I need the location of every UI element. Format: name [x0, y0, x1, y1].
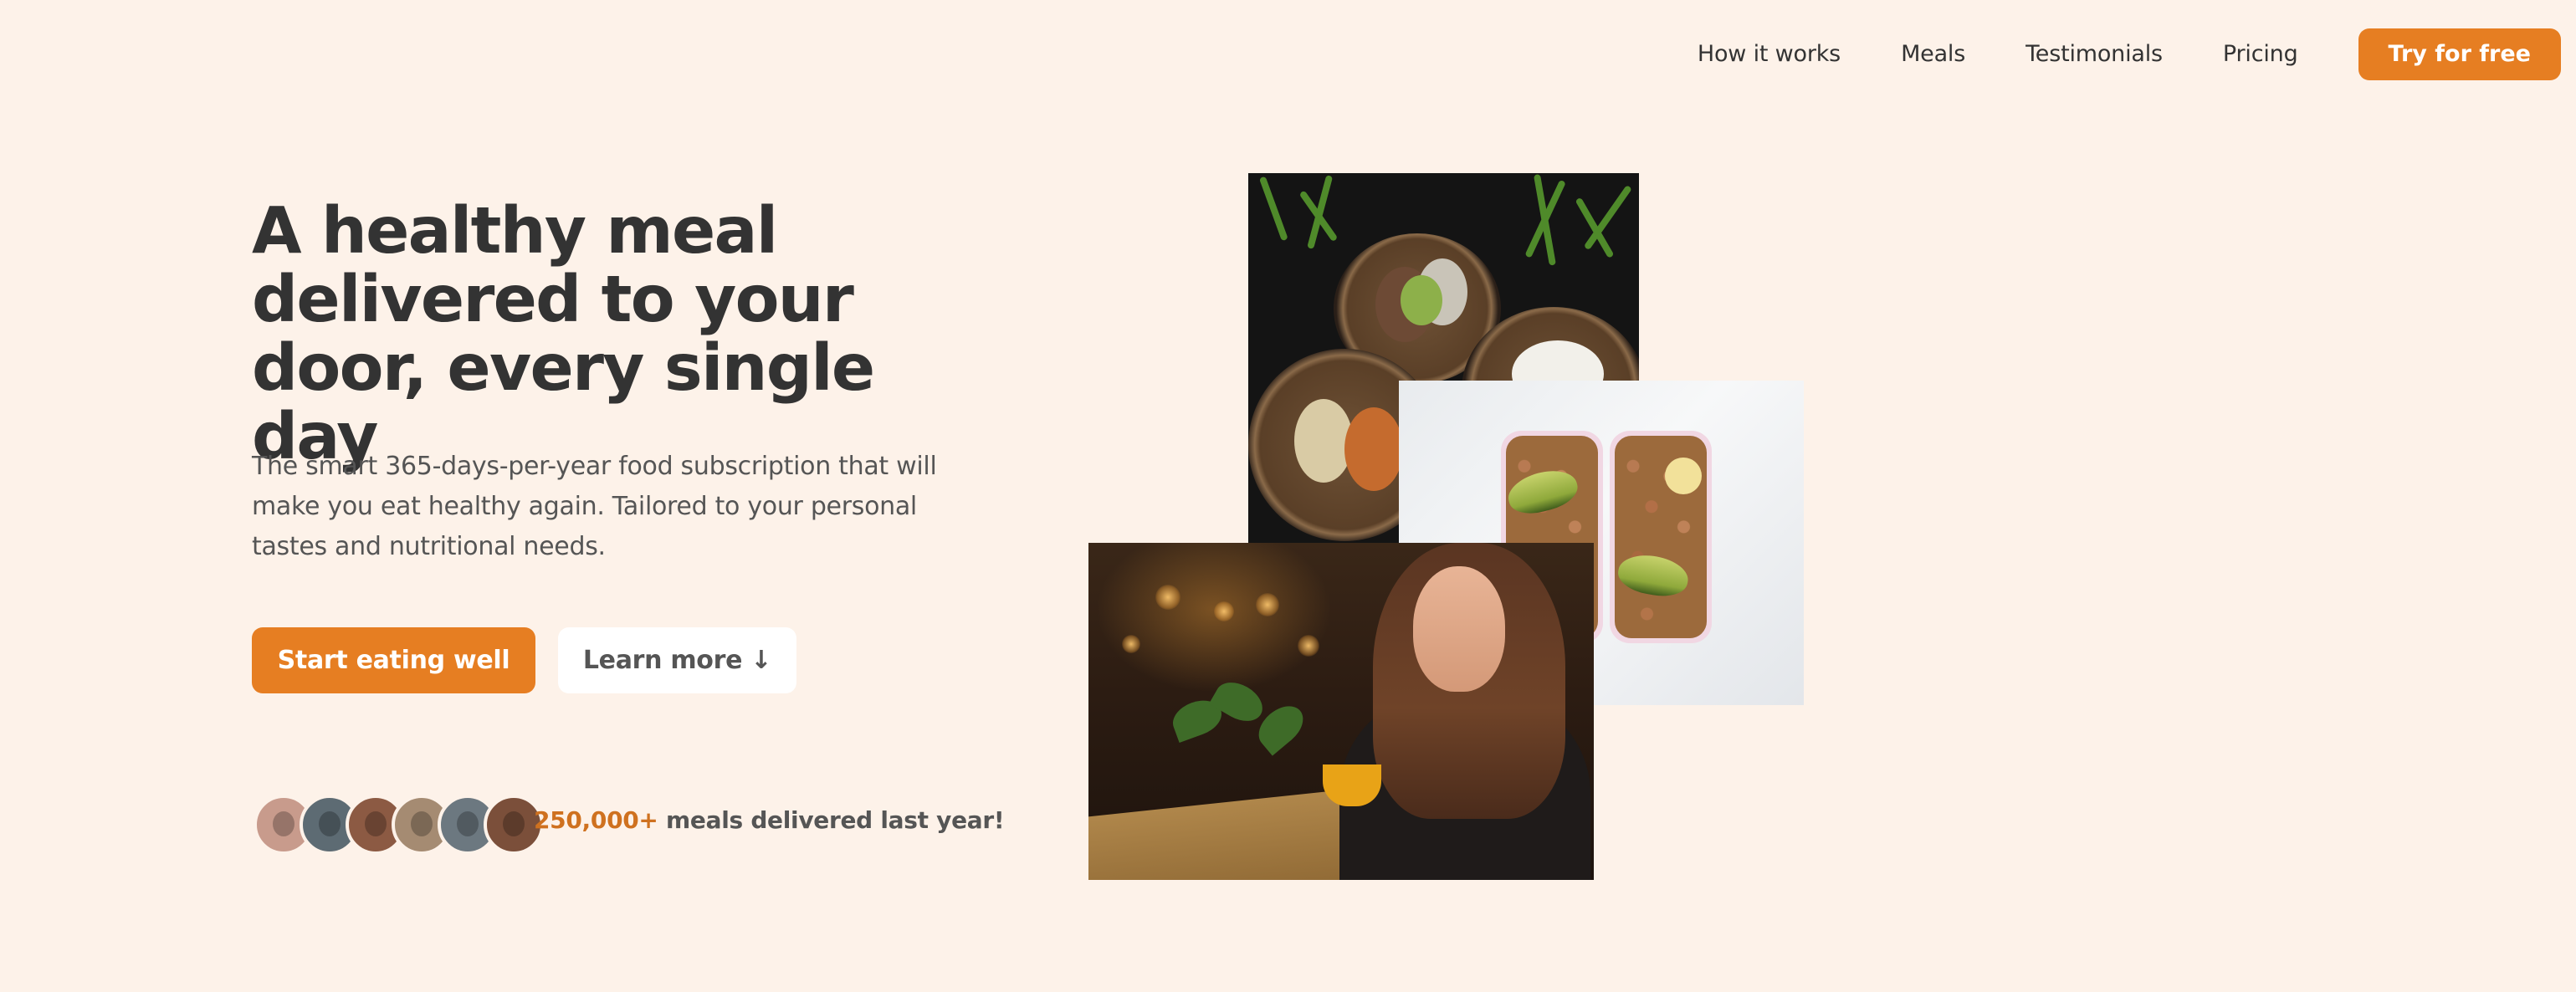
try-for-free-button[interactable]: Try for free: [2358, 28, 2561, 80]
nav-pricing[interactable]: Pricing: [2223, 41, 2298, 67]
meals-delivered-count: 250,000+: [534, 806, 658, 834]
nav-testimonials[interactable]: Testimonials: [2025, 41, 2163, 67]
meals-delivered-text: 250,000+ meals delivered last year!: [534, 806, 1005, 834]
hero-description: The smart 365-days-per-year food subscri…: [252, 452, 937, 561]
woman-eating-photo: [1088, 543, 1594, 880]
customer-avatars: [254, 795, 544, 855]
start-eating-well-button[interactable]: Start eating well: [252, 627, 535, 693]
nav-meals[interactable]: Meals: [1901, 41, 1965, 67]
hero-title: A healthy meal delivered to your door, e…: [252, 194, 875, 474]
nav-how-it-works[interactable]: How it works: [1698, 41, 1841, 67]
main-nav: How it works Meals Testimonials Pricing …: [1698, 28, 2561, 80]
learn-more-button[interactable]: Learn more ↓: [558, 627, 796, 693]
meals-delivered-label: meals delivered last year!: [658, 806, 1005, 834]
